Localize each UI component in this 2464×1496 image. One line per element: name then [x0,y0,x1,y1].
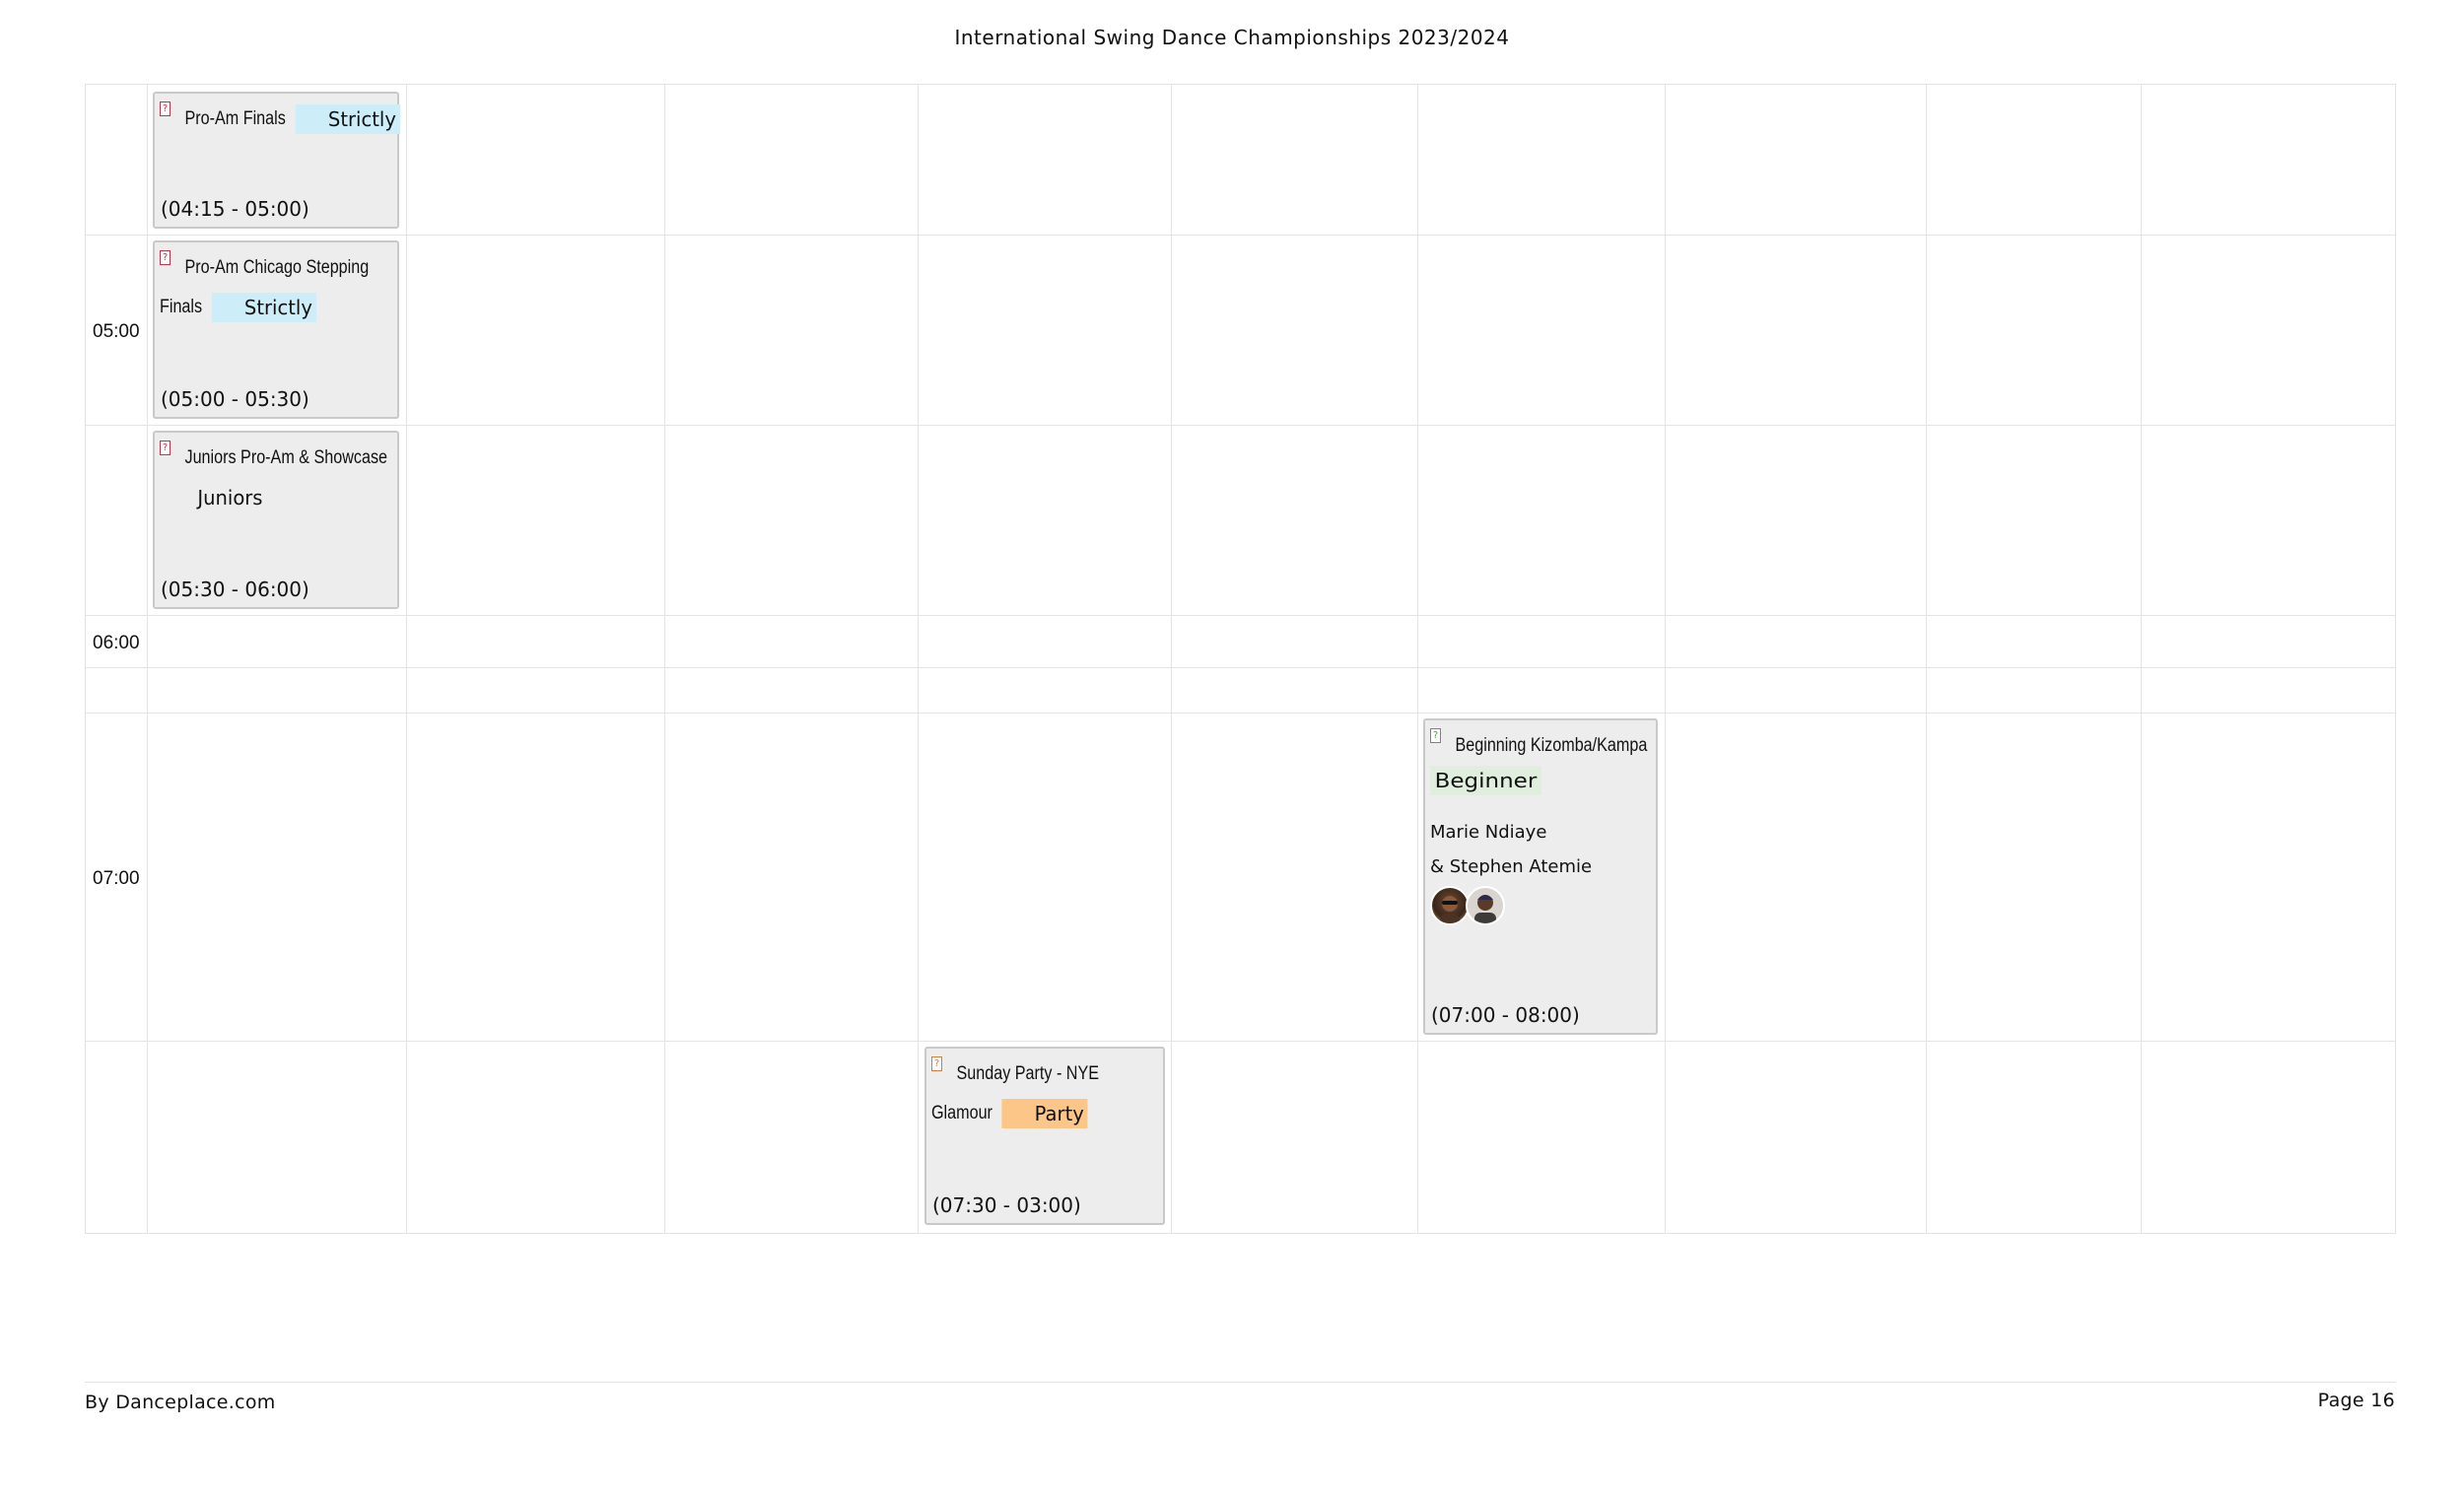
event-title: Beginning Kizomba/Kampa [1430,726,1651,766]
event-tag: Beginner [1430,766,1541,795]
event-teachers: Marie Ndiaye & Stephen Atemie [1430,815,1650,884]
avatar[interactable] [1430,886,1470,925]
schedule-grid: 05:00 06:00 07:00 ? Pro-Am Finals Strict… [85,84,2396,1234]
event-time: (07:30 - 03:00) [932,1193,1081,1217]
event-time: (05:30 - 06:00) [161,578,309,601]
grid-line [1417,85,1418,1233]
event-time: (07:00 - 08:00) [1431,1003,1580,1027]
event-card[interactable]: ? Sunday Party - NYE Glamour Party (07:3… [924,1047,1165,1225]
event-title: Pro-Am Chicago Stepping Finals Strictly [160,248,392,327]
event-time: (05:00 - 05:30) [161,387,309,411]
document-title: International Swing Dance Championships … [954,26,1510,49]
page-number: Page 16 [2317,1390,2395,1411]
teacher-name: Marie Ndiaye [1430,822,1547,843]
footer-divider [85,1382,2396,1383]
event-card[interactable]: ? Juniors Pro-Am & Showcase Juniors (05:… [153,431,399,609]
grid-line [1171,85,1172,1233]
time-label: 06:00 [93,633,140,653]
event-name: Juniors Pro-Am & Showcase [184,447,388,468]
event-tag: Party [1001,1098,1088,1128]
grid-line [2141,85,2142,1233]
grid-line [406,85,407,1233]
event-tag: Juniors [165,482,267,512]
time-label: 05:00 [93,321,140,342]
event-time: (04:15 - 05:00) [161,197,309,221]
grid-line [1926,85,1927,1233]
grid-line [918,85,919,1233]
grid-line [86,1041,2395,1042]
grid-line [86,615,2395,616]
avatar[interactable] [1466,886,1505,925]
teacher-name: & Stephen Atemie [1430,856,1593,877]
grid-line [1665,85,1666,1233]
event-card[interactable]: ? Pro-Am Chicago Stepping Finals Strictl… [153,240,399,419]
event-title: Juniors Pro-Am & Showcase Juniors [160,439,392,517]
footer-credit: By Danceplace.com [85,1392,276,1413]
time-label: 07:00 [93,868,140,889]
event-tag: Strictly [211,292,316,322]
event-name: Pro-Am Finals [184,108,286,129]
event-card[interactable]: ? Beginning Kizomba/Kampa Beginner Marie… [1423,718,1658,1035]
grid-line [86,713,2395,714]
event-card[interactable]: ? Pro-Am Finals Strictly (04:15 - 05:00) [153,92,400,229]
grid-line [664,85,665,1233]
event-title: Sunday Party - NYE Glamour Party [931,1054,1158,1133]
teacher-avatars [1430,886,1650,925]
event-tag: Strictly [295,103,400,134]
grid-line [86,235,2395,236]
event-name: Beginning Kizomba/Kampa [1455,735,1648,756]
event-title: Pro-Am Finals Strictly [160,100,400,139]
grid-line [86,667,2395,668]
grid-line [147,85,148,1233]
grid-line [86,425,2395,426]
